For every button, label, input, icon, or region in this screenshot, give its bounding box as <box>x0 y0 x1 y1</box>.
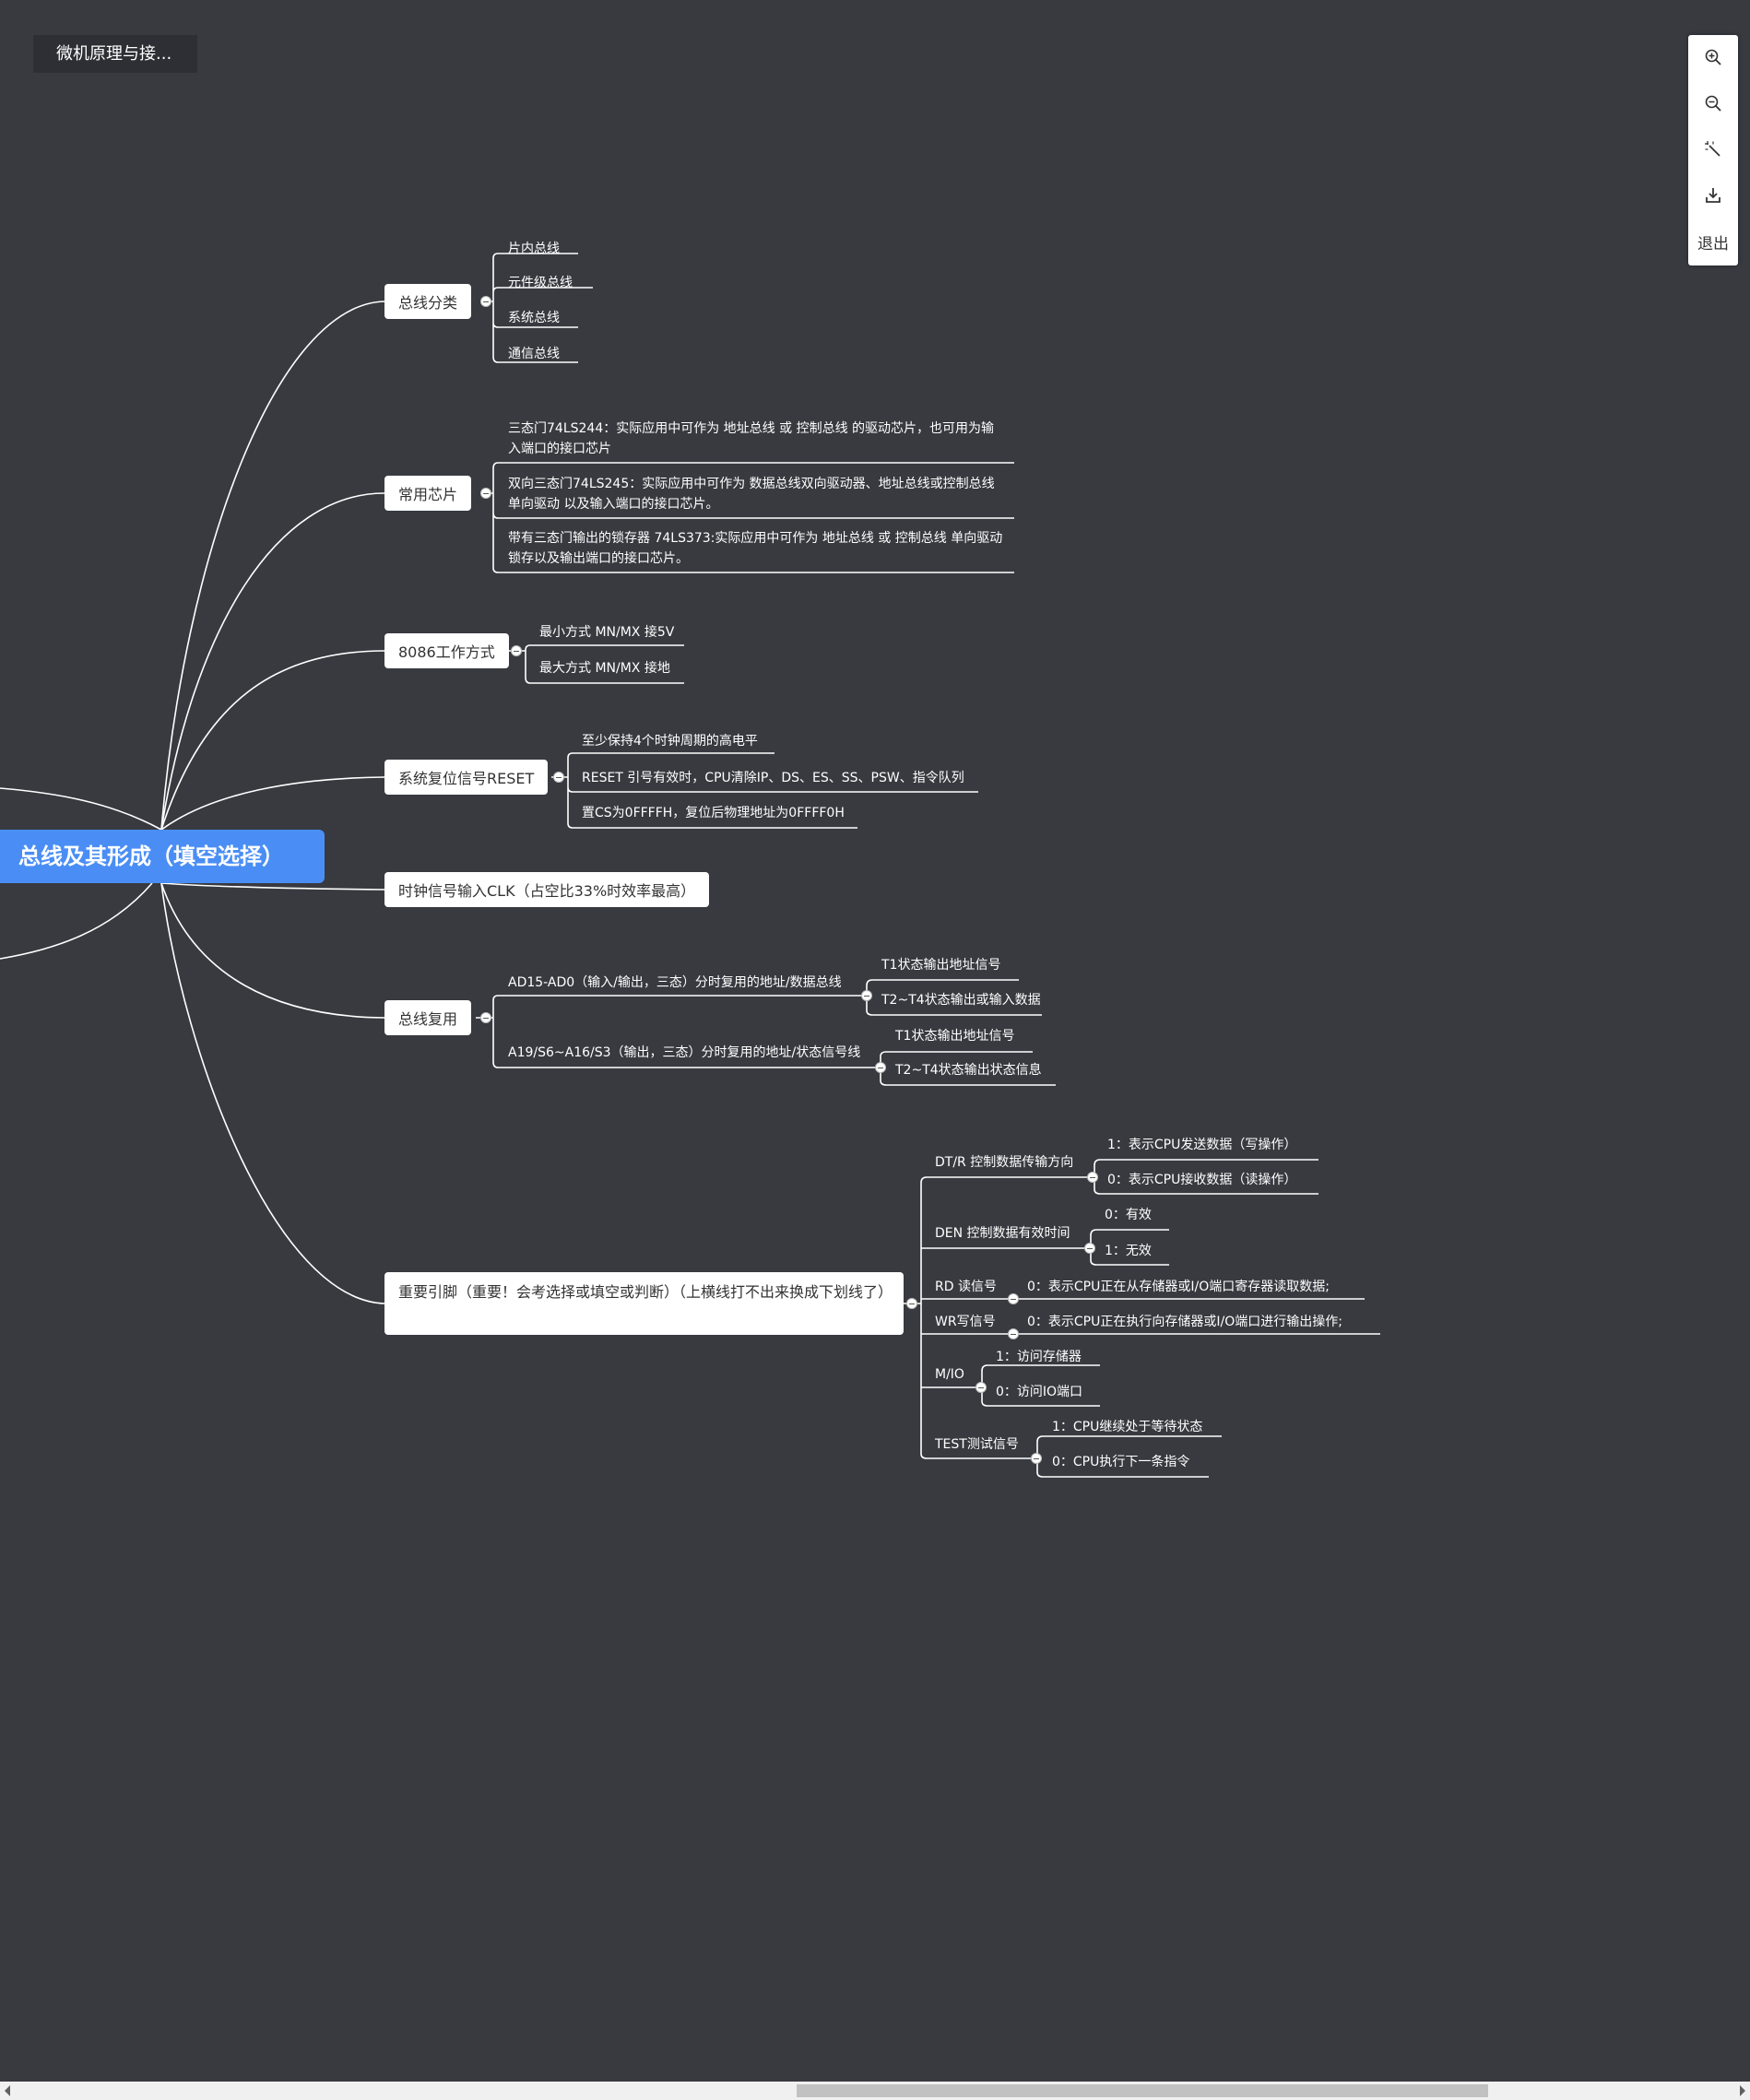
connector-reset <box>160 776 385 831</box>
leaf-a19-1: T2~T4状态输出状态信息 <box>895 1063 1042 1078</box>
leaf-bus-class-0: 片内总线 <box>508 242 560 256</box>
collapse-toggle-wr[interactable] <box>1008 1328 1019 1339</box>
collapse-toggle-bus-class[interactable] <box>480 296 491 307</box>
node-mux[interactable]: 总线复用 <box>384 1000 472 1035</box>
collapse-toggle-test[interactable] <box>1031 1453 1042 1464</box>
leaf-dtr-0: 1：表示CPU发送数据（写操作） <box>1107 1138 1297 1152</box>
scroll-left-arrow-icon[interactable] <box>5 2085 10 2096</box>
root-node[interactable]: 总线及其形成（填空选择） <box>0 830 325 883</box>
leaf-mio-0: 1：访问存储器 <box>996 1350 1082 1364</box>
leaf-wr-0: 0：表示CPU正在执行向存储器或I/O端口进行输出操作; <box>1027 1315 1342 1329</box>
connector-mux <box>160 882 385 1019</box>
connector-mode <box>160 650 385 831</box>
leaf-den-0: 0：有效 <box>1105 1208 1152 1222</box>
exit-button[interactable]: 退出 <box>1688 223 1738 260</box>
breadcrumb[interactable]: 微机原理与接... <box>33 35 197 73</box>
node-clk[interactable]: 时钟信号输入CLK（占空比33%时效率最高） <box>384 872 710 907</box>
collapse-toggle-a19[interactable] <box>875 1062 886 1073</box>
scroll-right-arrow-icon[interactable] <box>1740 2085 1745 2096</box>
pins-sub-mio: M/IO <box>935 1367 964 1382</box>
leaf-test-1: 0：CPU执行下一条指令 <box>1052 1455 1190 1469</box>
pins-sub-dtr: DT/R 控制数据传输方向 <box>935 1155 1074 1170</box>
pins-sub-rd: RD 读信号 <box>935 1280 997 1294</box>
scrollbar-thumb[interactable] <box>797 2084 1488 2097</box>
node-reset[interactable]: 系统复位信号RESET <box>384 760 549 795</box>
collapse-toggle-reset[interactable] <box>553 772 564 783</box>
zoom-in-icon[interactable] <box>1688 39 1738 76</box>
collapse-toggle-ad[interactable] <box>861 990 872 1001</box>
leaf-bus-class-3: 通信总线 <box>508 347 560 361</box>
collapse-toggle-den[interactable] <box>1084 1243 1095 1254</box>
collapse-toggle-pins[interactable] <box>906 1298 917 1309</box>
collapse-toggle-mio[interactable] <box>976 1382 987 1393</box>
collapse-toggle-mode[interactable] <box>511 645 522 656</box>
zoom-out-icon[interactable] <box>1688 85 1738 122</box>
leaf-chips-1: 双向三态门74LS245：实际应用中可作为 数据总线双向驱动器、地址总线或控制总… <box>508 477 995 512</box>
leaf-reset-0: 至少保持4个时钟周期的高电平 <box>582 734 758 749</box>
leaf-bus-class-1: 元件级总线 <box>508 276 573 290</box>
leaf-chips-0: 三态门74LS244：实际应用中可作为 地址总线 或 控制总线 的驱动芯片，也可… <box>508 421 995 456</box>
node-pins[interactable]: 重要引脚（重要！会考选择或填空或判断）（上横线打不出来换成下划线了） <box>384 1272 904 1335</box>
magic-wand-icon[interactable] <box>1688 131 1738 168</box>
pins-sub-den: DEN 控制数据有效时间 <box>935 1226 1070 1241</box>
node-chips[interactable]: 常用芯片 <box>384 476 472 511</box>
leaf-reset-1: RESET 引号有效时，CPU清除IP、DS、ES、SS、PSW、指令队列 <box>582 771 964 785</box>
pins-sub-test: TEST测试信号 <box>935 1437 1019 1452</box>
leaf-mio-1: 0：访问IO端口 <box>996 1385 1083 1399</box>
toolbar: 退出 <box>1688 35 1738 265</box>
connector-left-top <box>0 787 162 831</box>
mux-sub-ad: AD15-AD0（输入/输出，三态）分时复用的地址/数据总线 <box>508 975 842 990</box>
leaf-bus-class-2: 系统总线 <box>508 311 560 325</box>
pins-sub-wr: WR写信号 <box>935 1315 996 1329</box>
leaf-ad-0: T1状态输出地址信号 <box>881 958 1001 973</box>
connector-clk <box>160 882 385 891</box>
leaf-a19-0: T1状态输出地址信号 <box>895 1029 1015 1044</box>
leaf-den-1: 1：无效 <box>1105 1244 1152 1258</box>
collapse-toggle-mux[interactable] <box>480 1012 491 1023</box>
leaf-test-0: 1：CPU继续处于等待状态 <box>1052 1420 1203 1434</box>
horizontal-scrollbar[interactable] <box>0 2082 1750 2100</box>
collapse-toggle-dtr[interactable] <box>1087 1172 1098 1183</box>
mux-sub-a19: A19/S6~A16/S3（输出，三态）分时复用的地址/状态信号线 <box>508 1045 861 1060</box>
connector-bus-class <box>160 301 385 831</box>
connector-chips <box>160 492 385 831</box>
leaf-rd-0: 0：表示CPU正在从存储器或I/O端口寄存器读取数据; <box>1027 1280 1330 1294</box>
connector-pins <box>160 882 385 1304</box>
node-mode[interactable]: 8086工作方式 <box>384 633 509 668</box>
collapse-toggle-rd[interactable] <box>1008 1293 1019 1304</box>
leaf-dtr-1: 0：表示CPU接收数据（读操作） <box>1107 1173 1297 1187</box>
connector-left-bottom <box>0 882 153 960</box>
mindmap-connectors <box>0 253 1380 1478</box>
leaf-reset-2: 置CS为0FFFFH，复位后物理地址为0FFFF0H <box>582 806 845 820</box>
leaf-chips-2: 带有三态门输出的锁存器 74LS373:实际应用中可作为 地址总线 或 控制总线… <box>508 531 1003 566</box>
leaf-mode-1: 最大方式 MN/MX 接地 <box>539 661 670 676</box>
collapse-toggle-chips[interactable] <box>480 488 491 499</box>
download-icon[interactable] <box>1688 177 1738 214</box>
node-bus-class[interactable]: 总线分类 <box>384 284 472 319</box>
leaf-mode-0: 最小方式 MN/MX 接5V <box>539 625 675 640</box>
leaf-ad-1: T2~T4状态输出或输入数据 <box>881 993 1041 1008</box>
